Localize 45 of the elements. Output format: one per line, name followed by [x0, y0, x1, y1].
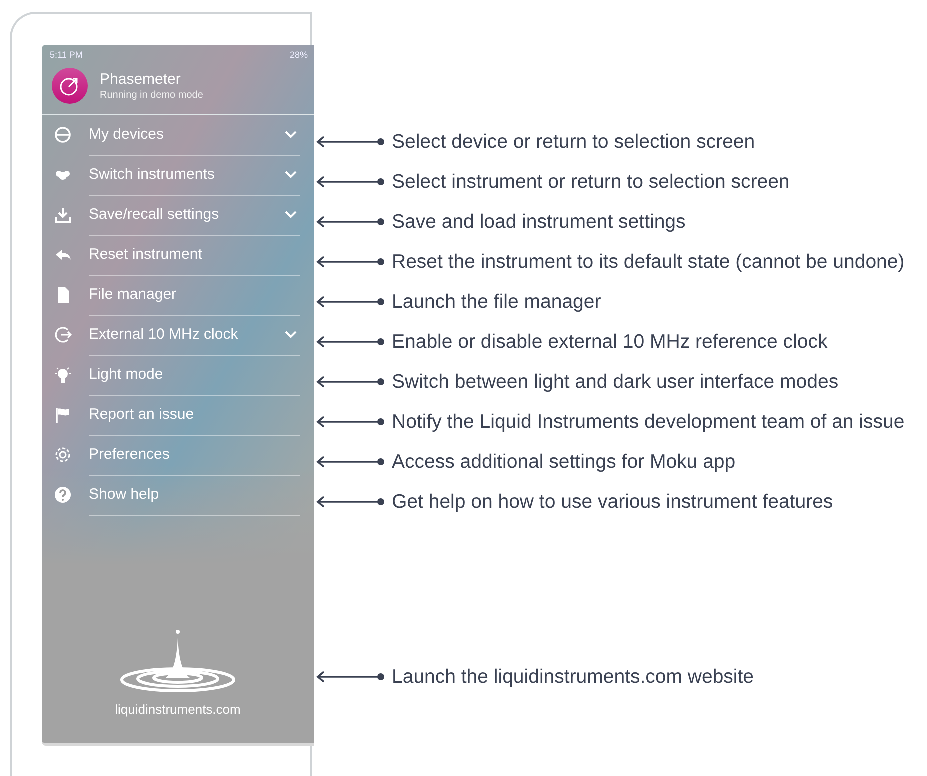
annotation-text: Get help on how to use various instrument features [392, 490, 834, 514]
menu-item[interactable]: Save/recall settings [42, 195, 314, 235]
pointer-arrow [316, 455, 386, 469]
status-time: 5:11 PM [50, 50, 83, 60]
menu-item[interactable]: Reset instrument [42, 235, 314, 275]
website-link[interactable]: liquidinstruments.com [42, 628, 314, 743]
menu-item[interactable]: Report an issue [42, 395, 314, 435]
download-icon [54, 206, 72, 224]
annotation-text: Notify the Liquid Instruments development team of an issue [392, 410, 905, 434]
settings-icon [54, 446, 72, 464]
annotation-text: Save and load instrument settings [392, 210, 686, 234]
app-subtitle: Running in demo mode [100, 90, 204, 101]
pointer-arrow [316, 175, 386, 189]
annotation-text: Launch the file manager [392, 290, 602, 314]
input-arrow-icon [54, 326, 72, 344]
pointer-arrow [316, 255, 386, 269]
circle-bar-icon [54, 126, 72, 144]
lightbulb-icon [54, 366, 72, 384]
pointer-arrow [316, 495, 386, 509]
phasemeter-app-icon [52, 68, 88, 104]
menu-item[interactable]: Switch instruments [42, 155, 314, 195]
annotation-text: Switch between light and dark user interface modes [392, 370, 839, 394]
annotation-text: Select instrument or return to selection screen [392, 170, 790, 194]
pointer-arrow [316, 135, 386, 149]
menu-item[interactable]: Preferences [42, 435, 314, 475]
annotation-text: Enable or disable external 10 MHz reference clock [392, 330, 828, 354]
pointer-arrow [316, 670, 386, 684]
menu-item[interactable]: File manager [42, 275, 314, 315]
annotation-text: Reset the instrument to its default state (cannot be undone) [392, 250, 905, 274]
app-title: Phasemeter [100, 71, 182, 88]
annotation-text: Access additional settings for Moku app [392, 450, 736, 474]
menu-item[interactable]: External 10 MHz clock [42, 315, 314, 355]
pointer-arrow [316, 375, 386, 389]
annotation-text: Launch the liquidinstruments.com website [392, 666, 754, 688]
pointer-arrow [316, 295, 386, 309]
battery-level: 28% [290, 50, 308, 60]
pointer-arrow [316, 335, 386, 349]
flag-icon [54, 406, 72, 424]
menu-item[interactable]: My devices [42, 115, 314, 155]
menu-item[interactable]: Show help [42, 475, 314, 515]
pointer-arrow [316, 415, 386, 429]
help-icon [54, 486, 72, 504]
annotation-text: Select device or return to selection screen [392, 130, 756, 154]
menu-item[interactable]: Light mode [42, 355, 314, 395]
pointer-arrow [316, 215, 386, 229]
